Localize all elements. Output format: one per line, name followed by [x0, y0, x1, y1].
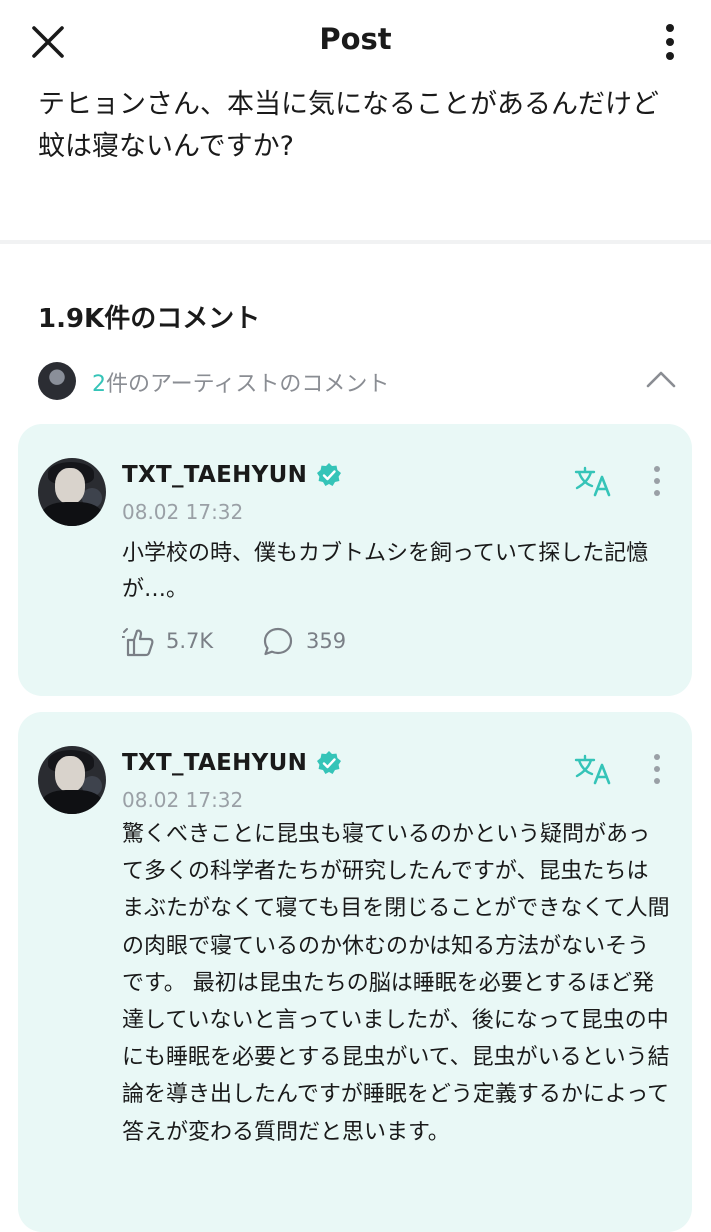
artist-comments-toggle[interactable]: 2件のアーティストのコメント — [38, 362, 678, 402]
translate-icon[interactable] — [574, 752, 614, 786]
avatar[interactable] — [38, 458, 106, 526]
like-icon — [122, 628, 154, 657]
author-name[interactable]: TXT_TAEHYUN — [122, 750, 307, 776]
artist-comment-card: TXT_TAEHYUN 08.02 17:32 小学校の時、僕もカブトムシを飼っ… — [18, 424, 692, 696]
more-vertical-icon[interactable] — [646, 464, 668, 498]
artist-comment-count: 2 — [92, 372, 106, 397]
verified-badge-icon — [317, 751, 341, 774]
author-name[interactable]: TXT_TAEHYUN — [122, 462, 307, 488]
comment-text: 小学校の時、僕もカブトムシを飼っていて探した記憶が…。 — [122, 541, 649, 602]
verified-badge-icon — [317, 463, 341, 486]
artist-comment-card: TXT_TAEHYUN 08.02 17:32 驚くべきことに昆虫も寝ているのか… — [18, 712, 692, 1232]
comment-count: 1.9K件のコメント — [38, 304, 261, 334]
artist-comments-label: 2件のアーティストのコメント — [92, 366, 389, 398]
artist-comment-text: 件のアーティストのコメント — [106, 372, 390, 397]
chevron-up-icon[interactable] — [644, 368, 678, 390]
translate-icon[interactable] — [574, 464, 614, 498]
comment-icon — [263, 627, 293, 656]
header: Post — [0, 0, 711, 86]
like-count: 5.7K — [166, 629, 214, 653]
timestamp: 08.02 17:32 — [122, 788, 244, 812]
page-title: Post — [319, 22, 392, 56]
divider — [0, 240, 711, 244]
post-text: テヒョンさん、本当に気になることがあるんだけど蚊は寝ないんですか? — [38, 89, 659, 162]
more-vertical-icon[interactable] — [655, 22, 685, 64]
comment-text: 驚くべきことに昆虫も寝ているのかという疑問があって多くの科学者たちが研究したんで… — [122, 822, 670, 1145]
reply-count: 359 — [306, 629, 347, 653]
comment-actions: 5.7K 359 — [122, 624, 522, 658]
avatar — [38, 362, 76, 400]
more-vertical-icon[interactable] — [646, 752, 668, 786]
avatar[interactable] — [38, 746, 106, 814]
timestamp: 08.02 17:32 — [122, 500, 244, 524]
